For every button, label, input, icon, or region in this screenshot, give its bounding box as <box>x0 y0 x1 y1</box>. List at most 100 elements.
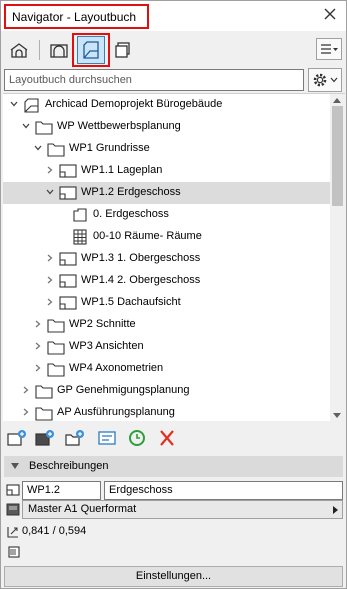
layout-id-icon <box>6 484 20 496</box>
folder-icon <box>35 405 53 421</box>
tree-row[interactable]: 00-10 Räume- Räume <box>3 226 330 248</box>
tree-row-label: WP Wettbewerbsplanung <box>57 120 181 132</box>
tree-row[interactable]: 0. Erdgeschoss <box>3 204 330 226</box>
tree-row-label: AP Ausführungsplanung <box>57 406 175 418</box>
chevron-down-icon[interactable] <box>9 99 19 109</box>
folder-icon <box>47 317 65 333</box>
gear-icon <box>313 73 327 87</box>
publisher-sets-button[interactable] <box>109 36 137 64</box>
master-layout-selector[interactable]: Master A1 Querformat <box>22 500 343 519</box>
tree-row-label: WP1.3 1. Obergeschoss <box>81 252 201 264</box>
tree-row-label: WP4 Axonometrien <box>69 362 164 374</box>
chevron-right-icon[interactable] <box>21 407 31 417</box>
layout-tree[interactable]: Archicad Demoprojekt Bürogebäude WP Wettb… <box>3 93 345 421</box>
settings-button[interactable]: Einstellungen... <box>4 566 343 587</box>
update-icon[interactable] <box>127 429 147 447</box>
layout-icon <box>59 163 77 179</box>
tree-row-label: WP1.5 Dachaufsicht <box>81 296 181 308</box>
layout-id-field[interactable]: WP1.2 <box>22 481 101 500</box>
chevron-right-icon[interactable] <box>33 319 43 329</box>
tree-row[interactable]: AP Ausführungsplanung <box>3 402 330 421</box>
tree-row[interactable]: WP1.5 Dachaufsicht <box>3 292 330 314</box>
layout-book-button[interactable] <box>77 36 105 64</box>
new-folder-icon[interactable] <box>65 429 85 447</box>
search-settings-button[interactable] <box>308 68 342 92</box>
title-bar: Navigator - Layoutbuch <box>1 1 346 31</box>
tree-row[interactable]: WP1.3 1. Obergeschoss <box>3 248 330 270</box>
chevron-down-icon[interactable] <box>45 187 55 197</box>
navigator-panel: Navigator - Layoutbuch Layoutbuch durchs… <box>0 0 347 589</box>
chevron-right-icon[interactable] <box>33 363 43 373</box>
tree-row-label: Archicad Demoprojekt Bürogebäude <box>45 98 223 110</box>
chevron-right-icon[interactable] <box>33 341 43 351</box>
chevron-right-icon <box>333 506 338 514</box>
tree-row[interactable]: WP1.1 Lageplan <box>3 160 330 182</box>
master-layout-value: Master A1 Querformat <box>28 503 137 515</box>
scroll-down-arrow[interactable] <box>333 413 341 418</box>
tree-row[interactable]: Archicad Demoprojekt Bürogebäude <box>3 94 330 116</box>
size-icon <box>7 527 18 538</box>
chevron-right-icon[interactable] <box>45 275 55 285</box>
chevron-down-icon[interactable] <box>33 143 43 153</box>
publisher-sets-icon <box>115 42 130 58</box>
delete-icon[interactable] <box>157 429 177 447</box>
tree-row[interactable]: WP4 Axonometrien <box>3 358 330 380</box>
new-subset-icon[interactable] <box>7 429 27 447</box>
tree-row-label: WP1.4 2. Obergeschoss <box>81 274 201 286</box>
tree-row-label: WP2 Schnitte <box>69 318 136 330</box>
layout-book-icon <box>83 41 99 59</box>
layout-info-icon <box>8 546 20 558</box>
tree-row-label: GP Genehmigungsplanung <box>57 384 190 396</box>
folder-icon <box>47 339 65 355</box>
tree-row[interactable]: WP1 Grundrisse <box>3 138 330 160</box>
layout-icon <box>59 185 77 201</box>
window-title: Navigator - Layoutbuch <box>12 10 137 24</box>
tree-row[interactable]: WP1.4 2. Obergeschoss <box>3 270 330 292</box>
tree-row[interactable]: WP Wettbewerbsplanung <box>3 116 330 138</box>
chevron-right-icon[interactable] <box>45 165 55 175</box>
tree-row[interactable]: WP3 Ansichten <box>3 336 330 358</box>
chevron-right-icon[interactable] <box>21 385 31 395</box>
title-highlight: Navigator - Layoutbuch <box>4 4 149 29</box>
view-map-button[interactable] <box>45 36 73 64</box>
layout-size-text: 0,841 / 0,594 <box>22 525 87 537</box>
project-icon <box>23 97 41 113</box>
hamburger-menu-icon <box>321 44 338 54</box>
tree-actions-toolbar <box>1 423 346 453</box>
tree-row-label: WP3 Ansichten <box>69 340 144 352</box>
collapse-triangle-icon <box>11 463 19 469</box>
chevron-right-icon[interactable] <box>45 253 55 263</box>
section-title: Beschreibungen <box>29 460 109 472</box>
layout-icon <box>59 295 77 311</box>
scrollbar-thumb[interactable] <box>332 106 343 206</box>
search-field[interactable] <box>4 69 304 91</box>
scroll-up-arrow[interactable] <box>333 98 341 103</box>
properties-icon[interactable] <box>97 429 117 447</box>
search-input[interactable] <box>5 70 303 90</box>
folder-icon <box>35 383 53 399</box>
project-map-button[interactable] <box>5 36 33 64</box>
chevron-right-icon[interactable] <box>45 297 55 307</box>
tree-row[interactable]: WP1.2 Erdgeschoss <box>3 182 330 204</box>
vertical-scrollbar[interactable] <box>330 94 345 421</box>
folder-icon <box>47 361 65 377</box>
tree-row-label: 0. Erdgeschoss <box>93 208 169 220</box>
tree-row-label: WP1.1 Lageplan <box>81 164 163 176</box>
view-map-icon <box>50 44 68 58</box>
options-menu-button[interactable] <box>316 38 342 60</box>
tree-row[interactable]: WP2 Schnitte <box>3 314 330 336</box>
tree-row-label: 00-10 Räume- Räume <box>93 230 202 242</box>
master-layout-icon <box>6 503 20 516</box>
toolbar-separator <box>39 40 40 60</box>
chevron-down-icon[interactable] <box>21 121 31 131</box>
project-map-icon <box>10 43 28 58</box>
tree-row[interactable]: GP Genehmigungsplanung <box>3 380 330 402</box>
layout-name-field[interactable]: Erdgeschoss <box>104 481 343 500</box>
tree-row-label: WP1 Grundrisse <box>69 142 150 154</box>
close-icon[interactable] <box>323 7 337 21</box>
folder-icon <box>35 119 53 135</box>
table-icon <box>71 229 89 245</box>
layout-icon <box>59 251 77 267</box>
section-header-descriptions[interactable]: Beschreibungen <box>4 456 343 477</box>
new-master-layout-icon[interactable] <box>35 429 55 447</box>
